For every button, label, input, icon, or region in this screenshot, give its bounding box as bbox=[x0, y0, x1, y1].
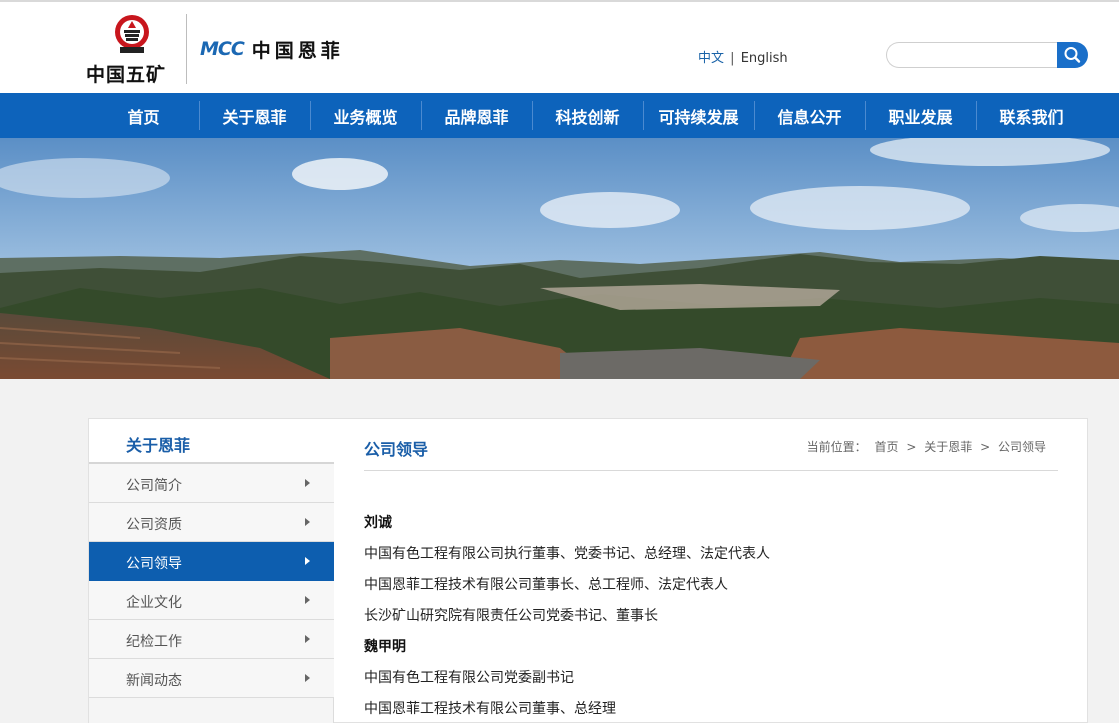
chevron-right-icon bbox=[305, 674, 310, 682]
sidebar-item-discipline[interactable]: 纪检工作 bbox=[89, 620, 334, 659]
sidebar-item-label: 企业文化 bbox=[126, 595, 182, 611]
mcc-enfi-logo[interactable]: MCC 中国恩菲 bbox=[200, 36, 344, 62]
breadcrumb-about[interactable]: 关于恩菲 bbox=[924, 440, 972, 454]
breadcrumb-separator: > bbox=[906, 440, 917, 454]
sidebar-item-qualifications[interactable]: 公司资质 bbox=[89, 503, 334, 542]
nav-item-home[interactable]: 首页 bbox=[88, 93, 199, 138]
main-content: 公司领导 当前位置： 首页 > 关于恩菲 > 公司领导 刘诚 中国有色工程有限公… bbox=[364, 419, 1058, 723]
search-button[interactable] bbox=[1057, 42, 1088, 68]
breadcrumb-separator: > bbox=[980, 440, 991, 454]
logo-divider bbox=[186, 14, 187, 84]
minmetals-logo-text: 中国五矿 bbox=[86, 64, 167, 86]
leader-role: 中国有色工程有限公司党委副书记 bbox=[364, 670, 574, 686]
lang-separator: | bbox=[730, 51, 735, 66]
chevron-right-icon bbox=[305, 557, 310, 565]
leader-role: 中国有色工程有限公司执行董事、党委书记、总经理、法定代表人 bbox=[364, 546, 770, 562]
enfi-name: 中国恩菲 bbox=[251, 39, 344, 62]
lang-english-link[interactable]: English bbox=[741, 51, 788, 66]
sidebar-item-label: 公司领导 bbox=[126, 556, 182, 572]
site-header: 中国五矿 MCC 中国恩菲 中文 | English bbox=[0, 0, 1119, 93]
leader-name: 魏甲明 bbox=[364, 639, 406, 655]
breadcrumb-prefix: 当前位置： bbox=[806, 440, 867, 454]
title-divider bbox=[364, 470, 1058, 471]
nav-item-innovation[interactable]: 科技创新 bbox=[532, 93, 643, 138]
banner-image bbox=[0, 138, 1119, 379]
breadcrumb: 当前位置： 首页 > 关于恩菲 > 公司领导 bbox=[805, 438, 1048, 455]
breadcrumb-current[interactable]: 公司领导 bbox=[998, 440, 1046, 454]
minmetals-logo[interactable]: 中国五矿 bbox=[86, 14, 178, 86]
chevron-right-icon bbox=[305, 596, 310, 604]
search-input[interactable] bbox=[886, 42, 1058, 68]
nav-item-brand[interactable]: 品牌恩菲 bbox=[421, 93, 532, 138]
search-box bbox=[886, 42, 1088, 68]
search-icon bbox=[1064, 47, 1081, 63]
leader-role: 中国恩菲工程技术有限公司董事长、总工程师、法定代表人 bbox=[364, 577, 728, 593]
language-switcher: 中文 | English bbox=[698, 47, 788, 66]
chevron-right-icon bbox=[305, 635, 310, 643]
sidebar-item-company-profile[interactable]: 公司简介 bbox=[89, 464, 334, 503]
sidebar-item-label: 公司资质 bbox=[126, 517, 182, 533]
content-panel: 关于恩菲 公司简介 公司资质 公司领导 企业文化 纪检工作 新闻动态 公司领导 bbox=[88, 418, 1088, 723]
nav-item-sustainability[interactable]: 可持续发展 bbox=[643, 93, 754, 138]
leaders-list: 刘诚 中国有色工程有限公司执行董事、党委书记、总经理、法定代表人 中国恩菲工程技… bbox=[364, 515, 1058, 723]
breadcrumb-home[interactable]: 首页 bbox=[875, 440, 899, 454]
leader-name: 刘诚 bbox=[364, 515, 392, 531]
sidebar-item-label: 纪检工作 bbox=[126, 634, 182, 650]
sidebar-item-news[interactable]: 新闻动态 bbox=[89, 659, 334, 698]
sidebar-title: 关于恩菲 bbox=[89, 419, 334, 464]
minmetals-emblem-icon bbox=[115, 15, 149, 53]
mcc-mark: MCC bbox=[200, 38, 245, 60]
sidebar-item-culture[interactable]: 企业文化 bbox=[89, 581, 334, 620]
page-title: 公司领导 bbox=[364, 440, 429, 459]
sidebar-item-leadership[interactable]: 公司领导 bbox=[89, 542, 334, 581]
sidebar: 关于恩菲 公司简介 公司资质 公司领导 企业文化 纪检工作 新闻动态 bbox=[89, 419, 334, 723]
main-nav: 首页 关于恩菲 业务概览 品牌恩菲 科技创新 可持续发展 信息公开 职业发展 联… bbox=[0, 93, 1119, 138]
nav-item-about[interactable]: 关于恩菲 bbox=[199, 93, 310, 138]
chevron-right-icon bbox=[305, 479, 310, 487]
leader-role: 中国恩菲工程技术有限公司董事、总经理 bbox=[364, 701, 616, 717]
chevron-right-icon bbox=[305, 518, 310, 526]
sidebar-item-label: 新闻动态 bbox=[126, 673, 182, 689]
nav-item-business[interactable]: 业务概览 bbox=[310, 93, 421, 138]
nav-item-disclosure[interactable]: 信息公开 bbox=[754, 93, 865, 138]
lang-chinese-link[interactable]: 中文 bbox=[698, 51, 724, 66]
sidebar-item-label: 公司简介 bbox=[126, 478, 182, 494]
leader-role: 长沙矿山研究院有限责任公司党委书记、董事长 bbox=[364, 608, 658, 624]
nav-item-careers[interactable]: 职业发展 bbox=[865, 93, 976, 138]
nav-item-contact[interactable]: 联系我们 bbox=[976, 93, 1087, 138]
